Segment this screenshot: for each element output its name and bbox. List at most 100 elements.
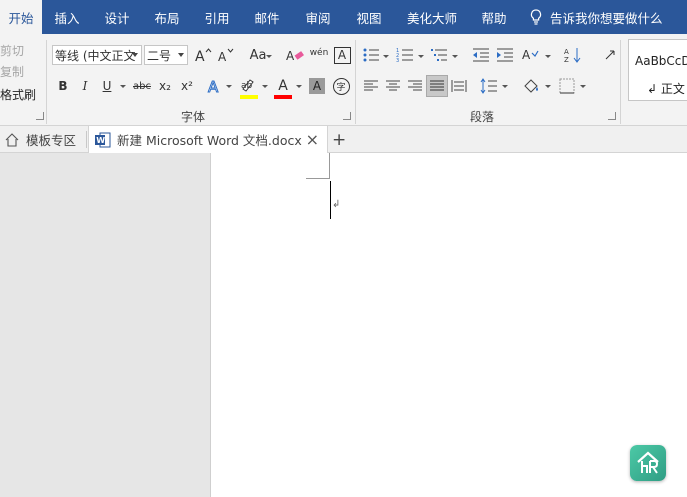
format-painter-button[interactable]: 格式刷 bbox=[0, 86, 36, 103]
font-size-combo[interactable]: 二号 bbox=[144, 45, 188, 65]
align-center-button[interactable] bbox=[382, 75, 404, 97]
tell-me-search[interactable]: 告诉我你想要做什么 bbox=[530, 0, 663, 34]
justify-button[interactable] bbox=[426, 75, 448, 97]
font-color-button[interactable]: A bbox=[272, 75, 294, 97]
close-tab-button[interactable]: × bbox=[306, 130, 319, 149]
chinese-layout-button[interactable]: A bbox=[520, 44, 542, 66]
superscript-button[interactable]: x² bbox=[176, 75, 198, 97]
tab-review[interactable]: 审阅 bbox=[292, 0, 344, 34]
svg-text:A: A bbox=[218, 50, 227, 63]
enclose-characters-label: 字 bbox=[336, 82, 346, 93]
ribbon-tab-bar: 开始 插入 设计 布局 引用 邮件 审阅 视图 美化大师 帮助 告诉我你想要做什… bbox=[0, 0, 687, 34]
svg-text:A: A bbox=[208, 78, 219, 94]
chevron-down-icon[interactable] bbox=[545, 85, 551, 88]
chevron-down-icon[interactable] bbox=[120, 85, 126, 88]
superscript-label: x² bbox=[181, 79, 193, 93]
italic-button[interactable]: I bbox=[74, 75, 96, 97]
document-page[interactable]: ↲ bbox=[211, 153, 687, 497]
chevron-down-icon[interactable] bbox=[580, 85, 586, 88]
tab-mailings[interactable]: 邮件 bbox=[242, 0, 292, 34]
numbered-list-icon: 123 bbox=[396, 48, 413, 63]
character-shading-button[interactable]: A bbox=[306, 75, 328, 97]
chevron-down-icon[interactable] bbox=[296, 85, 302, 88]
new-tab-button[interactable]: + bbox=[332, 126, 346, 153]
sort-icon: AZ bbox=[564, 48, 581, 64]
clipboard-launcher-icon[interactable] bbox=[36, 112, 44, 120]
word-window: 开始 插入 设计 布局 引用 邮件 审阅 视图 美化大师 帮助 告诉我你想要做什… bbox=[0, 0, 687, 497]
tab-view[interactable]: 视图 bbox=[344, 0, 394, 34]
justify-icon bbox=[430, 80, 444, 91]
underline-button[interactable]: U bbox=[96, 75, 118, 97]
tab-design-label: 设计 bbox=[104, 10, 130, 26]
font-name-value: 等线 (中文正文 bbox=[55, 48, 136, 63]
decrease-indent-icon bbox=[473, 48, 489, 62]
group-separator bbox=[620, 40, 621, 124]
shading-button[interactable] bbox=[520, 75, 542, 97]
enclose-characters-button[interactable]: 字 bbox=[330, 75, 352, 97]
chevron-down-icon[interactable] bbox=[266, 55, 272, 58]
chevron-down-icon[interactable] bbox=[383, 55, 389, 58]
text-effects-button[interactable]: A bbox=[204, 75, 226, 97]
tab-insert[interactable]: 插入 bbox=[42, 0, 92, 34]
font-color-label: A bbox=[278, 78, 288, 94]
font-group-label: 字体 bbox=[181, 110, 206, 124]
floating-app-badge[interactable] bbox=[630, 445, 666, 481]
tab-document[interactable]: W 新建 Microsoft Word 文档.docx × bbox=[88, 126, 328, 153]
paragraph-launcher-icon[interactable] bbox=[608, 112, 616, 120]
bullets-button[interactable] bbox=[360, 44, 382, 66]
chevron-down-icon[interactable] bbox=[226, 85, 232, 88]
tab-help[interactable]: 帮助 bbox=[470, 0, 518, 34]
shrink-font-button[interactable]: A bbox=[214, 44, 236, 66]
font-launcher-icon[interactable] bbox=[343, 112, 351, 120]
tab-references[interactable]: 引用 bbox=[192, 0, 242, 34]
tab-design[interactable]: 设计 bbox=[92, 0, 142, 34]
clear-formatting-button[interactable]: A bbox=[284, 44, 306, 66]
subscript-label: x₂ bbox=[159, 79, 171, 93]
increase-indent-button[interactable] bbox=[494, 44, 516, 66]
chevron-down-icon[interactable] bbox=[545, 55, 551, 58]
pilcrow-icon bbox=[605, 50, 615, 60]
svg-text:W: W bbox=[96, 136, 105, 145]
svg-text:Z: Z bbox=[564, 56, 569, 64]
phonetic-guide-label: wén bbox=[309, 48, 329, 58]
bold-button[interactable]: B bbox=[52, 75, 74, 97]
sort-button[interactable]: AZ bbox=[562, 44, 584, 66]
style-normal[interactable]: AaBbCcD ↲ 正文 bbox=[628, 39, 687, 101]
distributed-button[interactable] bbox=[448, 75, 470, 97]
increase-indent-icon bbox=[497, 48, 513, 62]
borders-button[interactable] bbox=[556, 75, 578, 97]
line-spacing-button[interactable] bbox=[478, 75, 500, 97]
font-name-combo[interactable]: 等线 (中文正文 bbox=[52, 45, 142, 65]
subscript-button[interactable]: x₂ bbox=[154, 75, 176, 97]
tab-home[interactable]: 开始 bbox=[0, 0, 42, 34]
phonetic-guide-button[interactable]: wén bbox=[308, 42, 330, 64]
strikethrough-label: abc bbox=[133, 80, 151, 92]
tab-references-label: 引用 bbox=[204, 10, 230, 26]
grow-font-button[interactable]: A bbox=[192, 44, 214, 66]
decrease-indent-button[interactable] bbox=[470, 44, 492, 66]
character-shading-icon: A bbox=[309, 78, 325, 94]
strikethrough-button[interactable]: abc bbox=[130, 75, 154, 97]
document-tab-bar: 模板专区 W 新建 Microsoft Word 文档.docx × + bbox=[0, 126, 687, 153]
tab-beautify-master[interactable]: 美化大师 bbox=[394, 0, 470, 34]
numbering-button[interactable]: 123 bbox=[394, 44, 416, 66]
chevron-down-icon[interactable] bbox=[418, 55, 424, 58]
highlight-color-button[interactable]: ab bbox=[238, 75, 260, 97]
character-border-button[interactable]: A bbox=[331, 44, 353, 66]
font-size-value: 二号 bbox=[147, 48, 172, 63]
tab-template-zone[interactable]: 模板专区 bbox=[4, 126, 76, 153]
highlighter-icon: ab bbox=[241, 79, 254, 92]
chevron-down-icon[interactable] bbox=[502, 85, 508, 88]
cut-button[interactable]: 剪切 bbox=[0, 42, 24, 59]
chevron-down-icon[interactable] bbox=[262, 85, 268, 88]
align-left-button[interactable] bbox=[360, 75, 382, 97]
line-spacing-icon bbox=[480, 78, 497, 94]
copy-button[interactable]: 复制 bbox=[0, 63, 24, 80]
character-border-icon: A bbox=[333, 46, 351, 64]
align-right-button[interactable] bbox=[404, 75, 426, 97]
multilevel-list-button[interactable] bbox=[428, 44, 450, 66]
chevron-down-icon[interactable] bbox=[452, 55, 458, 58]
tab-layout[interactable]: 布局 bbox=[142, 0, 192, 34]
show-formatting-marks-button[interactable] bbox=[598, 44, 620, 66]
italic-label: I bbox=[82, 79, 88, 93]
